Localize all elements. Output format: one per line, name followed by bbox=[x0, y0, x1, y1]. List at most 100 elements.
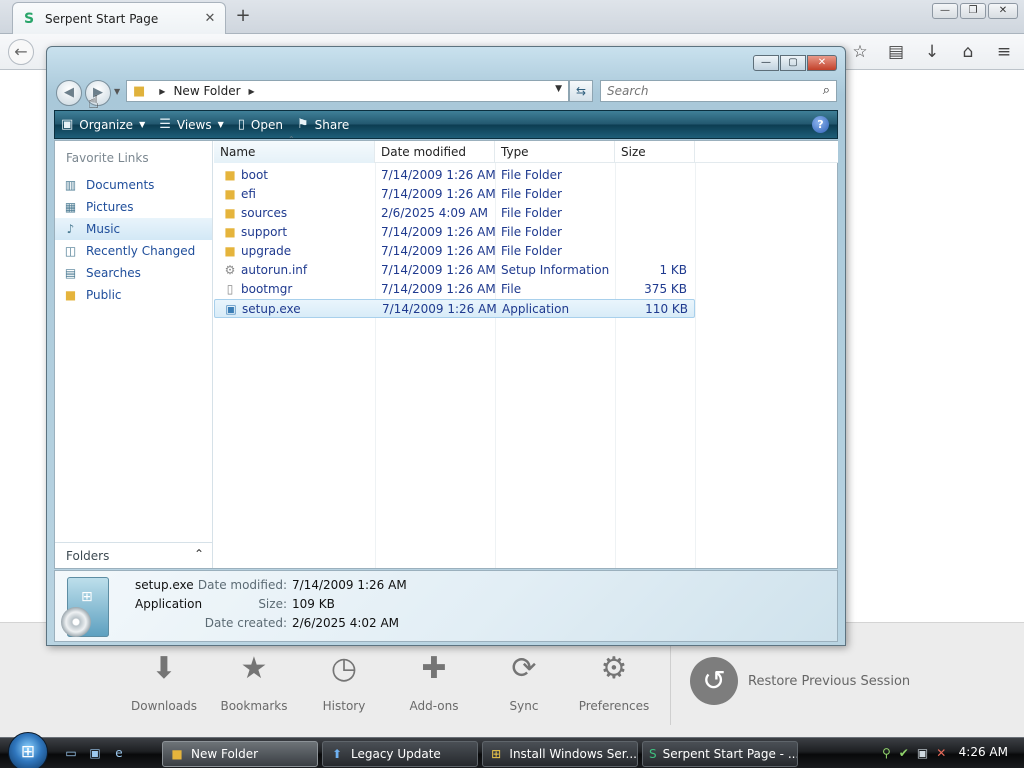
details-pane: ⊞ setup.exe Application Date modified: 7… bbox=[54, 570, 838, 642]
launcher-bookmarks[interactable]: ★ Bookmarks bbox=[214, 649, 294, 713]
network-icon[interactable]: ⚲ bbox=[882, 746, 891, 760]
organize-button[interactable]: ▣ Organize ▼ bbox=[61, 117, 145, 132]
launcher-label: Sync bbox=[509, 699, 539, 713]
column-label: Date modified bbox=[381, 145, 467, 159]
task-label: New Folder bbox=[191, 747, 259, 761]
quick-launch: ▭ ▣ e bbox=[62, 745, 128, 761]
task-install-windows[interactable]: ⊞ Install Windows Ser... bbox=[482, 741, 638, 767]
organize-icon: ▣ bbox=[61, 117, 74, 132]
launcher-history[interactable]: ◷ History bbox=[304, 649, 384, 713]
download-arrow-icon[interactable]: ↓ bbox=[920, 40, 944, 64]
property-label: Date created: bbox=[204, 616, 287, 630]
open-button[interactable]: ▯ Open bbox=[238, 117, 283, 132]
menu-icon[interactable]: ≡ bbox=[992, 40, 1016, 64]
task-serpent-start-page[interactable]: S Serpent Start Page - ... bbox=[642, 741, 798, 767]
address-dropdown-icon[interactable]: ▼ bbox=[555, 84, 562, 94]
chevron-down-icon: ▼ bbox=[217, 120, 224, 129]
nav-item-public[interactable]: ■ Public bbox=[55, 284, 212, 306]
file-row[interactable]: ■ efi 7/14/2009 1:26 AM File Folder bbox=[214, 185, 695, 204]
column-label: Size bbox=[621, 145, 646, 159]
nav-item-recently-changed[interactable]: ◫ Recently Changed bbox=[55, 240, 212, 262]
home-icon[interactable]: ⌂ bbox=[956, 40, 980, 64]
launcher-addons[interactable]: ✚ Add-ons bbox=[394, 649, 474, 713]
public-folder-icon: ■ bbox=[64, 287, 77, 302]
recent-pages-dropdown-icon[interactable]: ▼ bbox=[114, 87, 120, 96]
file-type: Application bbox=[502, 302, 570, 316]
back-arrow-icon[interactable]: ← bbox=[8, 39, 34, 65]
show-desktop-icon[interactable]: ▭ bbox=[62, 745, 80, 761]
launcher-preferences[interactable]: ⚙ Preferences bbox=[574, 649, 654, 713]
start-button[interactable]: ⊞ bbox=[8, 732, 48, 768]
nav-item-music[interactable]: ♪ Music bbox=[55, 218, 212, 240]
launcher-sync[interactable]: ⟳ Sync bbox=[484, 649, 564, 713]
explorer-window-controls: — ▢ ✕ bbox=[753, 55, 837, 71]
switch-windows-icon[interactable]: ▣ bbox=[86, 745, 104, 761]
folders-label: Folders bbox=[66, 548, 110, 563]
clock[interactable]: 4:26 AM bbox=[959, 745, 1008, 759]
browser-tab[interactable]: S Serpent Start Page ✕ bbox=[12, 2, 226, 34]
back-button[interactable]: ◀ bbox=[56, 80, 82, 106]
task-label: Legacy Update bbox=[351, 747, 441, 761]
taskbar: ⊞ ▭ ▣ e ■ New Folder ⬆ Legacy Update ⊞ I… bbox=[0, 732, 1024, 768]
explorer-close-button[interactable]: ✕ bbox=[807, 55, 837, 71]
maximize-button[interactable]: ❐ bbox=[960, 3, 986, 19]
nav-item-label: Documents bbox=[86, 178, 155, 192]
close-button[interactable]: ✕ bbox=[988, 3, 1018, 19]
file-row[interactable]: ■ upgrade 7/14/2009 1:26 AM File Folder bbox=[214, 242, 695, 261]
restore-session-button[interactable]: ↺ Restore Previous Session bbox=[690, 657, 910, 705]
search-icon[interactable]: ⌕ bbox=[823, 83, 830, 98]
task-new-folder[interactable]: ■ New Folder bbox=[162, 741, 318, 767]
navigation-pane: Favorite Links ▥ Documents ▦ Pictures ♪ Mus… bbox=[55, 141, 213, 568]
launcher-downloads[interactable]: ⬇ Downloads bbox=[124, 649, 204, 713]
tab-close-icon[interactable]: ✕ bbox=[203, 11, 217, 26]
file-row[interactable]: ■ sources 2/6/2025 4:09 AM File Folder bbox=[214, 204, 695, 223]
nav-item-documents[interactable]: ▥ Documents bbox=[55, 174, 212, 196]
file-date: 7/14/2009 1:26 AM bbox=[381, 168, 496, 182]
explorer-minimize-button[interactable]: — bbox=[753, 55, 779, 71]
bookmark-star-icon[interactable]: ☆ bbox=[848, 40, 872, 64]
help-icon[interactable]: ? bbox=[812, 116, 829, 133]
security-icon[interactable]: ✔ bbox=[899, 746, 909, 760]
share-icon: ⚑ bbox=[296, 117, 309, 132]
minimize-button[interactable]: — bbox=[932, 3, 958, 19]
file-row[interactable]: ■ boot 7/14/2009 1:26 AM File Folder bbox=[214, 166, 695, 185]
breadcrumb-separator-icon[interactable]: ▶ bbox=[159, 87, 165, 96]
column-header-type[interactable]: Type bbox=[495, 141, 615, 163]
views-button[interactable]: ☰ Views ▼ bbox=[159, 117, 224, 132]
share-button[interactable]: ⚑ Share bbox=[297, 117, 349, 132]
volume-muted-icon[interactable]: ✕ bbox=[936, 746, 946, 760]
file-date: 7/14/2009 1:26 AM bbox=[381, 225, 496, 239]
file-name: boot bbox=[241, 168, 269, 182]
reader-list-icon[interactable]: ▤ bbox=[884, 40, 908, 64]
file-icon: ▯ bbox=[226, 282, 234, 296]
file-row[interactable]: ▯ bootmgr 7/14/2009 1:26 AM File 375 KB bbox=[214, 280, 695, 299]
task-legacy-update[interactable]: ⬆ Legacy Update bbox=[322, 741, 478, 767]
address-bar[interactable]: ■ ▶ New Folder ▶ ▼ bbox=[126, 80, 569, 102]
internet-explorer-icon[interactable]: e bbox=[110, 745, 128, 761]
explorer-maximize-button[interactable]: ▢ bbox=[780, 55, 806, 71]
refresh-button[interactable]: ⇆ bbox=[569, 80, 593, 102]
open-file-icon: ▯ bbox=[237, 117, 245, 132]
breadcrumb-separator-icon[interactable]: ▶ bbox=[249, 87, 255, 96]
nav-item-pictures[interactable]: ▦ Pictures bbox=[55, 196, 212, 218]
file-row[interactable]: ⚙ autorun.inf 7/14/2009 1:26 AM Setup In… bbox=[214, 261, 695, 280]
folders-toggle[interactable]: Folders ⌃ bbox=[55, 542, 212, 568]
launcher-label: Downloads bbox=[131, 699, 197, 713]
breadcrumb-new-folder[interactable]: New Folder bbox=[173, 84, 240, 98]
search-box[interactable]: ⌕ bbox=[600, 80, 837, 102]
file-row-selected[interactable]: ▣ setup.exe 7/14/2009 1:26 AM Applicatio… bbox=[214, 299, 695, 318]
favorite-links-list: ▥ Documents ▦ Pictures ♪ Music ◫ Recently Ch… bbox=[55, 174, 212, 306]
column-header-size[interactable]: Size bbox=[615, 141, 695, 163]
display-icon[interactable]: ▣ bbox=[917, 746, 928, 760]
new-tab-button[interactable]: + bbox=[232, 6, 254, 26]
file-row[interactable]: ■ support 7/14/2009 1:26 AM File Folder bbox=[214, 223, 695, 242]
column-header-date-modified[interactable]: Date modified bbox=[375, 141, 495, 163]
gear-icon: ⚙ bbox=[600, 651, 628, 686]
details-file-type: Application bbox=[135, 597, 203, 611]
setup-info-icon: ⚙ bbox=[224, 263, 236, 277]
column-header-name[interactable]: Name bbox=[214, 141, 375, 163]
folder-icon: ■ bbox=[133, 83, 146, 99]
restore-session-label: Restore Previous Session bbox=[748, 673, 911, 689]
nav-item-searches[interactable]: ▤ Searches bbox=[55, 262, 212, 284]
search-input[interactable] bbox=[607, 84, 807, 98]
